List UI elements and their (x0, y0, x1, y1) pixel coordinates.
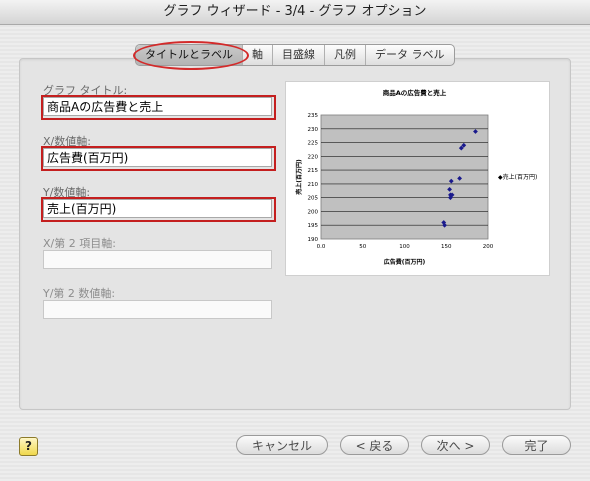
x2-axis-title-input[interactable] (43, 250, 272, 269)
legend-entry: ◆売上(百万円) (498, 173, 537, 181)
y-tick-label: 205 (308, 196, 319, 202)
chart-title: 商品Aの広告費と売上 (383, 88, 447, 97)
x-axis-title-input[interactable]: 広告費(百万円) (43, 148, 272, 167)
x-tick-label: 100 (399, 244, 410, 250)
y-tick-label: 190 (308, 237, 319, 243)
cancel-button[interactable]: キャンセル (236, 435, 328, 455)
tab-axes[interactable]: 軸 (242, 45, 272, 65)
back-button[interactable]: < 戻る (340, 435, 409, 455)
tab-legend[interactable]: 凡例 (324, 45, 365, 65)
tab-titles-and-labels[interactable]: タイトルとラベル (136, 45, 242, 65)
options-tabbar: タイトルとラベル 軸 目盛線 凡例 データ ラベル (135, 44, 455, 66)
x-tick-label: 0.0 (317, 244, 326, 250)
y-tick-label: 210 (308, 182, 319, 188)
chart-title-label: グラフ タイトル: (43, 84, 128, 97)
y-tick-label: 225 (308, 141, 319, 147)
chart-preview: 190 195 200 205 210 215 220 225 230 235 0.0 50 100 15… (285, 81, 550, 276)
tab-gridlines[interactable]: 目盛線 (272, 45, 324, 65)
x-tick-label: 200 (483, 244, 494, 250)
next-button[interactable]: 次へ > (421, 435, 490, 455)
chart-wizard-window: グラフ ウィザード - 3/4 - グラフ オプション タイトルとラベル 軸 目… (0, 0, 590, 481)
tab-data-labels[interactable]: データ ラベル (365, 45, 454, 65)
chart-title-input[interactable]: 商品Aの広告費と売上 (43, 97, 272, 116)
y-axis-label: Y/数値軸: (43, 186, 91, 199)
y-tick-label: 195 (308, 223, 319, 229)
y-tick-label: 200 (308, 209, 319, 215)
window-title: グラフ ウィザード - 3/4 - グラフ オプション (0, 0, 590, 25)
x-axis-label: X/数値軸: (43, 135, 91, 148)
finish-button[interactable]: 完了 (502, 435, 571, 455)
y-tick-label: 215 (308, 168, 319, 174)
x-axis-title: 広告費(百万円) (384, 258, 426, 266)
y-axis-title: 売上(百万円) (295, 159, 303, 196)
x-tick-label: 150 (441, 244, 452, 250)
x2-axis-label: X/第 2 項目軸: (43, 237, 116, 250)
y-tick-label: 220 (308, 154, 319, 160)
y-tick-label: 235 (308, 113, 319, 119)
y2-axis-label: Y/第 2 数値軸: (43, 287, 116, 300)
plot-area (320, 114, 489, 240)
scatter-chart: 190 195 200 205 210 215 220 225 230 235 0.0 50 100 15… (295, 88, 537, 266)
x-tick-label: 50 (359, 244, 366, 250)
help-button[interactable]: ? (19, 437, 38, 456)
y-axis-title-input[interactable]: 売上(百万円) (43, 199, 272, 218)
y2-axis-title-input[interactable] (43, 300, 272, 319)
y-tick-label: 230 (308, 127, 319, 133)
